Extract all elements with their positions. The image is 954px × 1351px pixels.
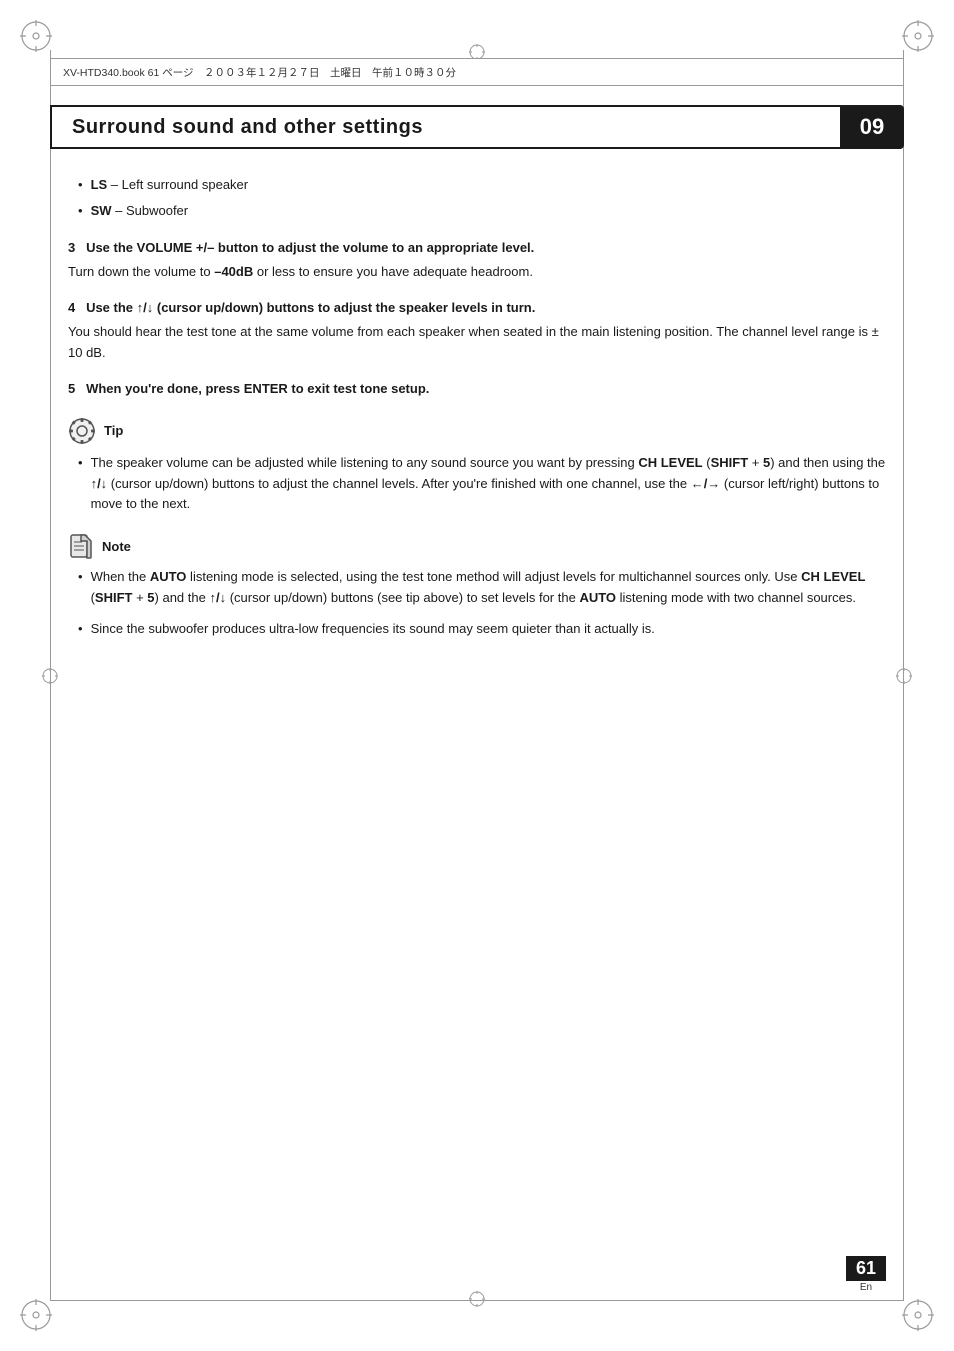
corner-mark-tl (18, 18, 54, 54)
section-3-heading: 3 Use the VOLUME +/– button to adjust th… (68, 238, 886, 258)
reg-mark-right (894, 666, 914, 686)
bullet-dot: • (78, 453, 83, 474)
corner-mark-br (900, 1297, 936, 1333)
chapter-title-main: Surround sound and other settings (50, 105, 840, 149)
section-5: 5 When you're done, press ENTER to exit … (68, 379, 886, 399)
border-right (903, 50, 904, 1301)
bullet-text: SW – Subwoofer (91, 201, 189, 221)
chapter-title-bar: Surround sound and other settings 09 (50, 105, 904, 149)
border-bottom (50, 1300, 904, 1301)
section-5-heading: 5 When you're done, press ENTER to exit … (68, 379, 886, 399)
tip-content: • The speaker volume can be adjusted whi… (68, 453, 886, 515)
bullet-dot: • (78, 175, 83, 195)
corner-mark-bl (18, 1297, 54, 1333)
chapter-number-box: 09 (840, 105, 904, 149)
section-4-heading: 4 Use the ↑/↓ (cursor up/down) buttons t… (68, 298, 886, 318)
section-4: 4 Use the ↑/↓ (cursor up/down) buttons t… (68, 298, 886, 363)
tip-bullet-text: The speaker volume can be adjusted while… (91, 453, 886, 515)
tip-header: Tip (68, 417, 886, 445)
bullet-text: LS – Left surround speaker (91, 175, 249, 195)
list-item: • SW – Subwoofer (78, 201, 886, 221)
list-item: • When the AUTO listening mode is select… (78, 567, 886, 609)
page-number-area: 61 En (846, 1256, 886, 1293)
section-3-body: Turn down the volume to –40dB or less to… (68, 262, 886, 283)
list-item: • The speaker volume can be adjusted whi… (78, 453, 886, 515)
bullet-dot: • (78, 619, 83, 640)
border-left (50, 50, 51, 1301)
list-item: • LS – Left surround speaker (78, 175, 886, 195)
note-bullet-2: Since the subwoofer produces ultra-low f… (91, 619, 655, 640)
note-bullet-1: When the AUTO listening mode is selected… (91, 567, 886, 609)
bullet-dot: • (78, 567, 83, 588)
file-info: XV-HTD340.book 61 ページ ２００３年１２月２７日 土曜日 午前… (63, 65, 456, 80)
section-3: 3 Use the VOLUME +/– button to adjust th… (68, 238, 886, 282)
note-title: Note (102, 539, 131, 554)
note-box: Note • When the AUTO listening mode is s… (68, 533, 886, 639)
note-content: • When the AUTO listening mode is select… (68, 567, 886, 639)
tip-title: Tip (104, 423, 123, 438)
content-area: • LS – Left surround speaker • SW – Subw… (68, 175, 886, 1251)
chapter-title-text: Surround sound and other settings (72, 116, 423, 139)
bullet-dot: • (78, 201, 83, 221)
header-bar: XV-HTD340.book 61 ページ ２００３年１２月２７日 土曜日 午前… (50, 58, 904, 86)
page: XV-HTD340.book 61 ページ ２００３年１２月２７日 土曜日 午前… (0, 0, 954, 1351)
tip-box: Tip • The speaker volume can be adjusted… (68, 417, 886, 515)
section-4-body: You should hear the test tone at the sam… (68, 322, 886, 364)
chapter-number: 09 (860, 114, 884, 140)
corner-mark-tr (900, 18, 936, 54)
note-header: Note (68, 533, 886, 559)
note-icon (68, 533, 94, 559)
tip-icon (68, 417, 96, 445)
reg-mark-bottom (467, 1289, 487, 1309)
page-lang-label: En (860, 1282, 872, 1293)
speaker-bullet-list: • LS – Left surround speaker • SW – Subw… (68, 175, 886, 220)
list-item: • Since the subwoofer produces ultra-low… (78, 619, 886, 640)
page-number-box: 61 (846, 1256, 886, 1281)
